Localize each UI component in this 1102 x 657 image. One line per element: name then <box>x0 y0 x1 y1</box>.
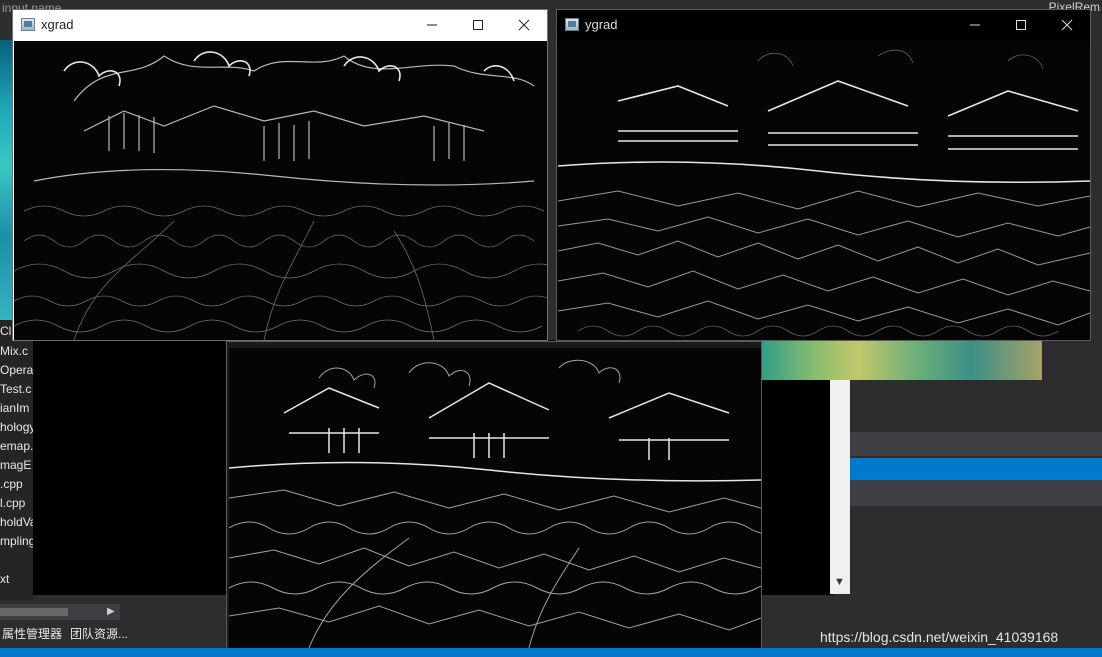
tab-team-explorer[interactable]: 团队资源... <box>70 625 128 642</box>
file-item[interactable]: ianIm <box>0 401 29 415</box>
ide-status-bar <box>0 648 1102 657</box>
maximize-icon[interactable] <box>455 10 501 40</box>
ide-horizontal-scrollbar[interactable]: ▶ <box>0 604 120 620</box>
scroll-right-icon[interactable]: ▶ <box>107 606 115 617</box>
file-item[interactable]: Mix.c <box>0 344 28 358</box>
ide-panel-row[interactable] <box>850 480 1102 506</box>
file-item[interactable]: magE <box>0 458 31 472</box>
xgrad-window: xgrad <box>12 9 548 341</box>
scroll-down-icon[interactable]: ▼ <box>834 576 845 588</box>
combined-image-canvas <box>229 348 761 648</box>
tab-property-manager[interactable]: 属性管理器 <box>2 625 62 642</box>
maximize-icon[interactable] <box>998 10 1044 40</box>
file-item[interactable]: l.cpp <box>0 496 25 510</box>
file-item[interactable]: Opera <box>0 363 33 377</box>
combined-gradient-window <box>226 341 762 649</box>
file-item[interactable]: hology <box>0 420 35 434</box>
file-item[interactable]: Cl <box>0 324 11 338</box>
file-item[interactable]: mpling <box>0 534 35 548</box>
file-item[interactable]: emap. <box>0 439 33 453</box>
app-window-icon <box>565 18 579 31</box>
ygrad-title-bar[interactable]: ygrad <box>557 10 1090 40</box>
ide-bottom-tabs: 属性管理器 团队资源... <box>0 622 230 642</box>
minimize-icon[interactable] <box>409 10 455 40</box>
app-window-icon <box>21 18 35 31</box>
ide-panel-row[interactable] <box>850 432 1102 456</box>
ygrad-edge-image <box>558 41 1090 340</box>
watermark-url: https://blog.csdn.net/weixin_41039168 <box>820 629 1059 645</box>
combined-edge-image <box>229 348 761 648</box>
xgrad-edge-image <box>14 41 547 340</box>
minimize-icon[interactable] <box>952 10 998 40</box>
file-item[interactable]: xt <box>0 572 9 586</box>
close-icon[interactable] <box>1044 10 1090 40</box>
console-vertical-scrollbar[interactable]: ▼ <box>830 370 850 594</box>
file-item[interactable]: .cpp <box>0 477 23 491</box>
scrollbar-thumb[interactable] <box>0 608 68 616</box>
solution-explorer-list: Cl Mix.c Opera Test.c ianIm hology emap.… <box>0 320 36 600</box>
file-item[interactable]: Test.c <box>0 382 31 396</box>
file-item[interactable]: holdVa <box>0 515 36 529</box>
ygrad-title: ygrad <box>585 17 618 32</box>
xgrad-title-bar[interactable]: xgrad <box>13 10 547 40</box>
ygrad-image-canvas <box>558 41 1090 340</box>
ygrad-window: ygrad <box>556 9 1091 341</box>
source-image-fragment <box>760 340 1042 380</box>
close-icon[interactable] <box>501 10 547 40</box>
xgrad-image-canvas <box>14 41 547 340</box>
xgrad-title: xgrad <box>41 17 74 32</box>
desktop: { "background_ide": { "top_left_text": "… <box>0 0 1102 657</box>
ide-panel-row-selected[interactable] <box>850 458 1102 480</box>
